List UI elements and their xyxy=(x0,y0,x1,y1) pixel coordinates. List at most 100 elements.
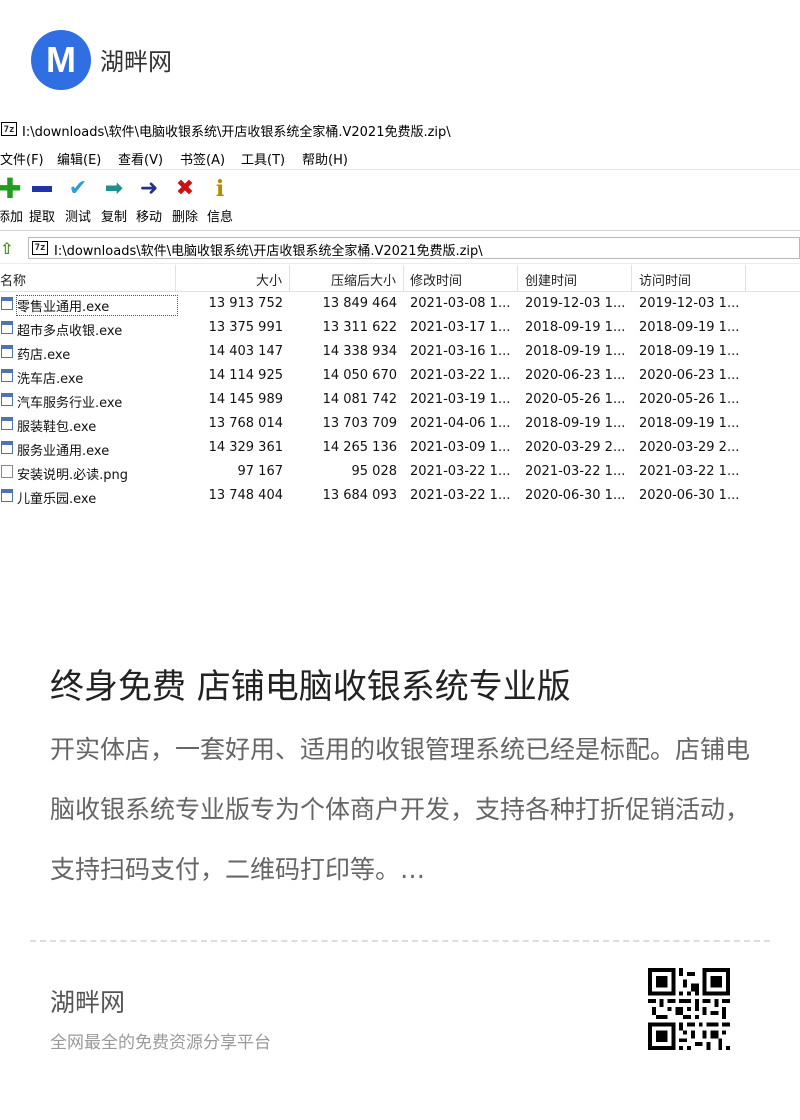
extract-button[interactable]: 提取 xyxy=(22,174,62,226)
exe-file-icon xyxy=(1,369,13,382)
column-divider[interactable] xyxy=(631,265,632,291)
qr-code-icon[interactable] xyxy=(648,968,730,1050)
exe-file-icon xyxy=(1,489,13,502)
test-button[interactable]: ✔ 测试 xyxy=(58,174,98,226)
address-field[interactable]: 7z I:\downloads\软件\电脑收银系统\开店收银系统全家桶.V202… xyxy=(28,237,800,259)
file-accessed: 2019-12-03 1... xyxy=(639,296,740,311)
file-row[interactable]: 超市多点收银.exe 13 375 991 13 311 622 2021-03… xyxy=(0,316,800,340)
file-row[interactable]: 安装说明.必读.png 97 167 95 028 2021-03-22 1..… xyxy=(0,460,800,484)
column-divider[interactable] xyxy=(745,265,746,291)
file-name: 药店.exe xyxy=(17,348,71,363)
footer-tagline: 全网最全的免费资源分享平台 xyxy=(50,1033,271,1053)
archive-icon: 7z xyxy=(32,241,48,255)
file-packed-size: 13 311 622 xyxy=(322,320,397,335)
file-size: 14 329 361 xyxy=(208,440,283,455)
delete-button[interactable]: ✖ 删除 xyxy=(165,174,205,226)
up-folder-icon[interactable]: ⇧ xyxy=(0,239,16,258)
7zip-app-icon: 7z xyxy=(1,122,17,136)
exe-file-icon xyxy=(1,393,13,406)
info-icon: i xyxy=(215,176,225,202)
file-row[interactable]: 零售业通用.exe 13 913 752 13 849 464 2021-03-… xyxy=(0,292,800,316)
exe-file-icon xyxy=(1,321,13,334)
file-accessed: 2020-06-30 1... xyxy=(639,488,740,503)
file-modified: 2021-03-22 1... xyxy=(410,368,511,383)
file-created: 2020-03-29 2... xyxy=(525,440,626,455)
move-button[interactable]: ➜ 移动 xyxy=(129,174,169,226)
menu-help[interactable]: 帮助(H) xyxy=(302,149,348,168)
file-row[interactable]: 服装鞋包.exe 13 768 014 13 703 709 2021-04-0… xyxy=(0,412,800,436)
file-created: 2018-09-19 1... xyxy=(525,416,626,431)
menu-edit[interactable]: 编辑(E) xyxy=(57,149,101,168)
file-modified: 2021-03-22 1... xyxy=(410,464,511,479)
file-row[interactable]: 洗车店.exe 14 114 925 14 050 670 2021-03-22… xyxy=(0,364,800,388)
file-packed-size: 14 338 934 xyxy=(322,344,397,359)
extract-label: 提取 xyxy=(28,210,55,225)
article-title: 终身免费 店铺电脑收银系统专业版 xyxy=(50,666,571,707)
file-packed-size: 13 849 464 xyxy=(322,296,397,311)
file-created: 2019-12-03 1... xyxy=(525,296,626,311)
menu-view[interactable]: 查看(V) xyxy=(118,149,163,168)
file-accessed: 2018-09-19 1... xyxy=(639,344,740,359)
file-name: 零售业通用.exe xyxy=(16,295,178,316)
site-logo[interactable]: M xyxy=(31,30,91,90)
file-accessed: 2020-05-26 1... xyxy=(639,392,740,407)
file-accessed: 2020-03-29 2... xyxy=(639,440,740,455)
file-created: 2020-06-23 1... xyxy=(525,368,626,383)
menu-file[interactable]: 文件(F) xyxy=(0,149,44,168)
column-divider[interactable] xyxy=(403,265,404,291)
file-name: 安装说明.必读.png xyxy=(17,468,129,483)
file-created: 2020-05-26 1... xyxy=(525,392,626,407)
copy-label: 复制 xyxy=(100,210,127,225)
column-divider[interactable] xyxy=(175,265,176,291)
file-packed-size: 13 703 709 xyxy=(322,416,397,431)
check-icon: ✔ xyxy=(68,176,88,201)
file-modified: 2021-03-09 1... xyxy=(410,440,511,455)
menu-bar: 文件(F) 编辑(E) 查看(V) 书签(A) 工具(T) 帮助(H) xyxy=(0,145,800,168)
file-accessed: 2018-09-19 1... xyxy=(639,320,740,335)
copy-button[interactable]: ➡ 复制 xyxy=(94,174,134,226)
column-name[interactable]: 名称 xyxy=(0,270,26,289)
exe-file-icon xyxy=(1,297,13,310)
file-name: 汽车服务行业.exe xyxy=(17,396,123,411)
column-created[interactable]: 创建时间 xyxy=(525,270,577,289)
file-modified: 2021-03-22 1... xyxy=(410,488,511,503)
minus-icon xyxy=(22,174,62,204)
move-label: 移动 xyxy=(135,210,162,225)
info-button[interactable]: i 信息 xyxy=(200,174,240,226)
column-divider[interactable] xyxy=(517,265,518,291)
file-row[interactable]: 药店.exe 14 403 147 14 338 934 2021-03-16 … xyxy=(0,340,800,364)
archive-screenshot: 7z I:\downloads\软件\电脑收银系统\开店收银系统全家桶.V202… xyxy=(0,117,800,517)
site-name[interactable]: 湖畔网 xyxy=(100,42,172,77)
file-created: 2021-03-22 1... xyxy=(525,464,626,479)
delete-label: 删除 xyxy=(171,210,198,225)
file-size: 13 913 752 xyxy=(208,296,283,311)
file-modified: 2021-03-19 1... xyxy=(410,392,511,407)
file-row[interactable]: 儿童乐园.exe 13 748 404 13 684 093 2021-03-2… xyxy=(0,484,800,508)
column-divider[interactable] xyxy=(289,265,290,291)
menu-bookmarks[interactable]: 书签(A) xyxy=(180,149,225,168)
article-description: 开实体店，一套好用、适用的收银管理系统已经是标配。店铺电脑收银系统专业版专为个体… xyxy=(50,735,751,884)
file-row[interactable]: 汽车服务行业.exe 14 145 989 14 081 742 2021-03… xyxy=(0,388,800,412)
window-title: I:\downloads\软件\电脑收银系统\开店收银系统全家桶.V2021免费… xyxy=(22,125,451,140)
file-created: 2018-09-19 1... xyxy=(525,320,626,335)
file-size: 13 748 404 xyxy=(208,488,283,503)
column-packed-size[interactable]: 压缩后大小 xyxy=(331,270,396,289)
page-header: M 湖畔网 xyxy=(0,0,800,120)
image-file-icon xyxy=(1,465,13,478)
address-path: I:\downloads\软件\电脑收银系统\开店收银系统全家桶.V2021免费… xyxy=(54,244,483,259)
file-list-header: 名称 大小 压缩后大小 修改时间 创建时间 访问时间 xyxy=(0,265,800,292)
window-titlebar: 7z I:\downloads\软件\电脑收银系统\开店收银系统全家桶.V202… xyxy=(0,117,800,142)
file-size: 13 375 991 xyxy=(208,320,283,335)
column-accessed[interactable]: 访问时间 xyxy=(639,270,691,289)
file-name: 洗车店.exe xyxy=(17,372,84,387)
file-row[interactable]: 服务业通用.exe 14 329 361 14 265 136 2021-03-… xyxy=(0,436,800,460)
column-size[interactable]: 大小 xyxy=(256,270,282,289)
file-modified: 2021-03-08 1... xyxy=(410,296,511,311)
menu-tools[interactable]: 工具(T) xyxy=(241,149,285,168)
copy-arrow-icon: ➡ xyxy=(104,176,124,201)
test-label: 测试 xyxy=(64,210,91,225)
dashed-divider xyxy=(30,940,770,942)
column-modified[interactable]: 修改时间 xyxy=(410,270,462,289)
file-created: 2020-06-30 1... xyxy=(525,488,626,503)
move-arrow-icon: ➜ xyxy=(139,176,159,201)
